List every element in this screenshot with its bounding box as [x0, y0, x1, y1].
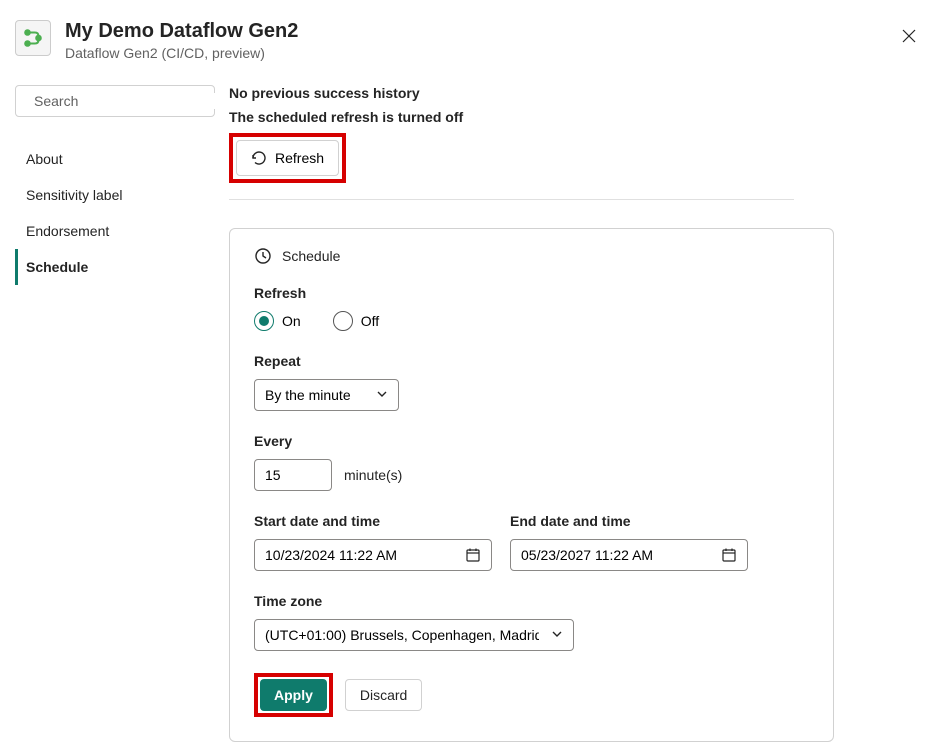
refresh-off-radio[interactable]: Off: [333, 311, 379, 331]
refresh-on-radio[interactable]: On: [254, 311, 301, 331]
history-message: No previous success history: [229, 85, 925, 101]
clock-icon: [254, 247, 272, 265]
refresh-button-label: Refresh: [275, 150, 324, 166]
timezone-label: Time zone: [254, 593, 809, 609]
close-icon: [901, 28, 917, 44]
sidebar-item-sensitivity-label[interactable]: Sensitivity label: [15, 177, 215, 213]
refresh-label: Refresh: [254, 285, 809, 301]
sidebar-item-endorsement[interactable]: Endorsement: [15, 213, 215, 249]
dataflow-icon: [15, 20, 51, 56]
card-heading: Schedule: [282, 248, 340, 264]
start-date-value: 10/23/2024 11:22 AM: [265, 547, 397, 563]
dialog-header: My Demo Dataflow Gen2 Dataflow Gen2 (CI/…: [0, 0, 945, 71]
main-content: No previous success history The schedule…: [215, 71, 925, 742]
close-button[interactable]: [893, 20, 925, 52]
repeat-select[interactable]: By the minute: [254, 379, 399, 411]
refresh-on-label: On: [282, 313, 301, 329]
start-date-input[interactable]: 10/23/2024 11:22 AM: [254, 539, 492, 571]
refresh-off-label: Off: [361, 313, 379, 329]
apply-button-highlight: Apply: [254, 673, 333, 717]
refresh-icon: [251, 150, 267, 166]
timezone-value: (UTC+01:00) Brussels, Copenhagen, Madrid: [265, 627, 539, 643]
end-date-input[interactable]: 05/23/2027 11:22 AM: [510, 539, 748, 571]
radio-checked-icon: [254, 311, 274, 331]
every-input[interactable]: [254, 459, 332, 491]
search-input[interactable]: [34, 93, 215, 109]
every-label: Every: [254, 433, 809, 449]
discard-button[interactable]: Discard: [345, 679, 422, 711]
calendar-icon: [721, 547, 737, 563]
every-unit: minute(s): [344, 467, 402, 483]
chevron-down-icon: [376, 387, 388, 403]
start-date-label: Start date and time: [254, 513, 492, 529]
repeat-value: By the minute: [265, 387, 351, 403]
schedule-card: Schedule Refresh On Off Repeat: [229, 228, 834, 742]
search-box[interactable]: [15, 85, 215, 117]
refresh-off-message: The scheduled refresh is turned off: [229, 109, 925, 125]
sidebar-item-about[interactable]: About: [15, 141, 215, 177]
timezone-select[interactable]: (UTC+01:00) Brussels, Copenhagen, Madrid: [254, 619, 574, 651]
refresh-button-highlight: Refresh: [229, 133, 346, 183]
refresh-button[interactable]: Refresh: [236, 140, 339, 176]
page-subtitle: Dataflow Gen2 (CI/CD, preview): [65, 45, 893, 61]
divider: [229, 199, 794, 200]
calendar-icon: [465, 547, 481, 563]
sidebar-item-schedule[interactable]: Schedule: [15, 249, 215, 285]
page-title: My Demo Dataflow Gen2: [65, 20, 893, 43]
end-date-value: 05/23/2027 11:22 AM: [521, 547, 653, 563]
radio-unchecked-icon: [333, 311, 353, 331]
repeat-label: Repeat: [254, 353, 809, 369]
apply-button[interactable]: Apply: [260, 679, 327, 711]
end-date-label: End date and time: [510, 513, 748, 529]
chevron-down-icon: [551, 627, 563, 643]
sidebar: About Sensitivity label Endorsement Sche…: [15, 71, 215, 742]
